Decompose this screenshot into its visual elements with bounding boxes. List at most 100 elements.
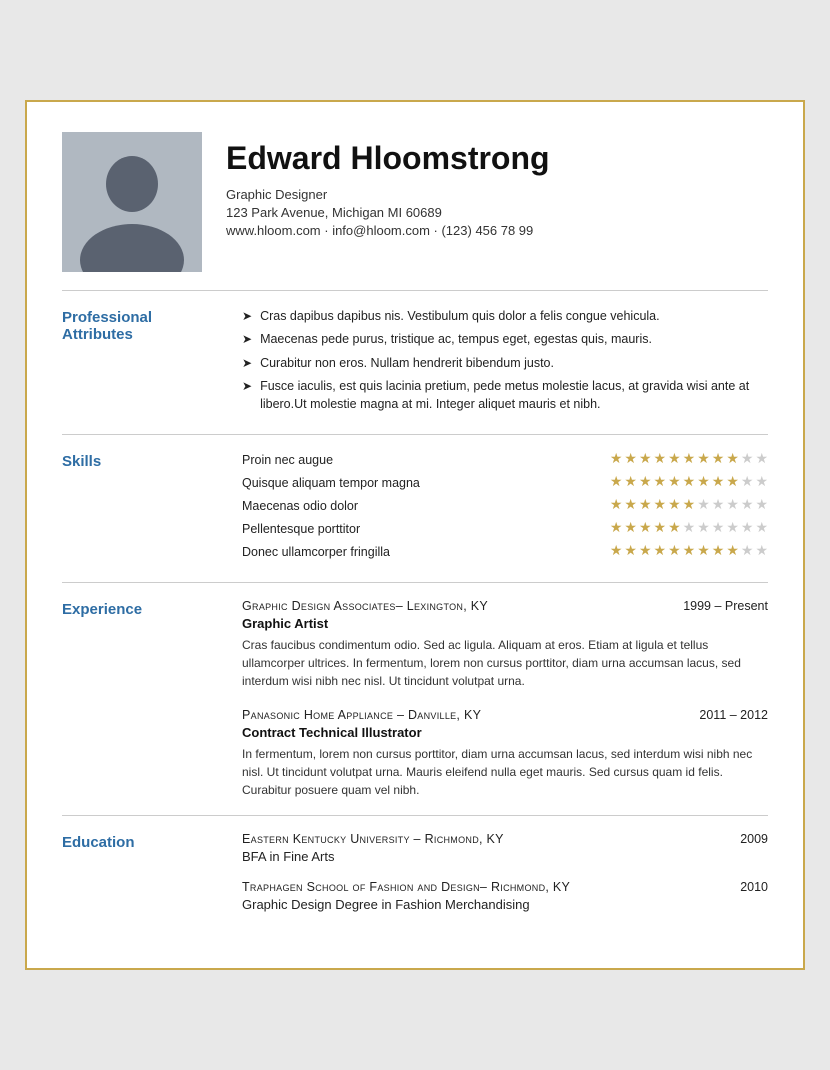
empty-star: ★ — [755, 497, 768, 514]
experience-entry: Graphic Design Associates– Lexington, KY… — [242, 599, 768, 690]
filled-star: ★ — [668, 543, 681, 560]
empty-star: ★ — [712, 497, 725, 514]
resume-page: Edward Hloomstrong Graphic Designer 123 … — [25, 100, 805, 970]
filled-star: ★ — [668, 474, 681, 491]
exp-company: Graphic Design Associates– Lexington, KY — [242, 599, 488, 613]
filled-star: ★ — [624, 497, 637, 514]
education-entry: Traphagen School of Fashion and Design– … — [242, 880, 768, 912]
avatar-silhouette — [62, 132, 202, 272]
filled-star: ★ — [610, 497, 623, 514]
filled-star: ★ — [712, 543, 725, 560]
professional-attributes-section: Professional Attributes ➤ Cras dapibus d… — [62, 291, 768, 435]
skill-row: Proin nec augue ★★★★★★★★★★★ — [242, 451, 768, 468]
skills-content: Proin nec augue★★★★★★★★★★★Quisque aliqua… — [242, 451, 768, 566]
list-item: ➤ Fusce iaculis, est quis lacinia pretiu… — [242, 377, 768, 413]
empty-star: ★ — [683, 520, 696, 537]
arrow-icon: ➤ — [242, 308, 252, 325]
attr-text: Curabitur non eros. Nullam hendrerit bib… — [260, 354, 554, 372]
header-section: Edward Hloomstrong Graphic Designer 123 … — [62, 132, 768, 291]
empty-star: ★ — [726, 520, 739, 537]
empty-star: ★ — [712, 520, 725, 537]
attributes-list: ➤ Cras dapibus dapibus nis. Vestibulum q… — [242, 307, 768, 413]
empty-star: ★ — [697, 520, 710, 537]
filled-star: ★ — [610, 451, 623, 468]
filled-star: ★ — [697, 474, 710, 491]
skill-stars: ★★★★★★★★★★★ — [610, 520, 768, 537]
filled-star: ★ — [697, 451, 710, 468]
education-entry: Eastern Kentucky University – Richmond, … — [242, 832, 768, 864]
filled-star: ★ — [683, 497, 696, 514]
filled-star: ★ — [610, 543, 623, 560]
exp-years: 1999 – Present — [683, 599, 768, 613]
filled-star: ★ — [726, 451, 739, 468]
header-info: Edward Hloomstrong Graphic Designer 123 … — [226, 132, 768, 238]
edu-degree: BFA in Fine Arts — [242, 849, 768, 864]
exp-company: Panasonic Home Appliance – Danville, KY — [242, 708, 481, 722]
filled-star: ★ — [683, 543, 696, 560]
edu-header: Traphagen School of Fashion and Design– … — [242, 880, 768, 894]
empty-star: ★ — [741, 497, 754, 514]
filled-star: ★ — [683, 474, 696, 491]
filled-star: ★ — [654, 497, 667, 514]
avatar — [62, 132, 202, 272]
list-item: ➤ Maecenas pede purus, tristique ac, tem… — [242, 330, 768, 348]
filled-star: ★ — [712, 474, 725, 491]
empty-star: ★ — [741, 451, 754, 468]
exp-header: Panasonic Home Appliance – Danville, KY … — [242, 708, 768, 722]
education-section: Education Eastern Kentucky University – … — [62, 816, 768, 928]
skill-name: Pellentesque porttitor — [242, 522, 360, 536]
edu-header: Eastern Kentucky University – Richmond, … — [242, 832, 768, 846]
filled-star: ★ — [654, 543, 667, 560]
empty-star: ★ — [726, 497, 739, 514]
filled-star: ★ — [654, 474, 667, 491]
filled-star: ★ — [654, 451, 667, 468]
list-item: ➤ Curabitur non eros. Nullam hendrerit b… — [242, 354, 768, 372]
filled-star: ★ — [610, 520, 623, 537]
empty-star: ★ — [755, 451, 768, 468]
filled-star: ★ — [726, 543, 739, 560]
candidate-address: 123 Park Avenue, Michigan MI 60689 — [226, 205, 768, 220]
attr-text: Fusce iaculis, est quis lacinia pretium,… — [260, 377, 768, 413]
exp-role: Graphic Artist — [242, 616, 768, 631]
filled-star: ★ — [624, 474, 637, 491]
filled-star: ★ — [668, 497, 681, 514]
empty-star: ★ — [741, 543, 754, 560]
filled-star: ★ — [668, 451, 681, 468]
professional-attributes-content: ➤ Cras dapibus dapibus nis. Vestibulum q… — [242, 307, 768, 418]
skill-name: Proin nec augue — [242, 453, 333, 467]
filled-star: ★ — [639, 497, 652, 514]
professional-attributes-label: Professional Attributes — [62, 307, 222, 418]
skills-label: Skills — [62, 451, 222, 566]
exp-header: Graphic Design Associates– Lexington, KY… — [242, 599, 768, 613]
skill-row: Quisque aliquam tempor magna★★★★★★★★★★★ — [242, 474, 768, 491]
skill-stars: ★★★★★★★★★★★ — [610, 543, 768, 560]
education-label: Education — [62, 832, 222, 912]
experience-content: Graphic Design Associates– Lexington, KY… — [242, 599, 768, 799]
filled-star: ★ — [712, 451, 725, 468]
attr-text: Maecenas pede purus, tristique ac, tempu… — [260, 330, 652, 348]
arrow-icon: ➤ — [242, 378, 252, 413]
empty-star: ★ — [755, 543, 768, 560]
filled-star: ★ — [624, 543, 637, 560]
exp-description: Cras faucibus condimentum odio. Sed ac l… — [242, 636, 768, 690]
education-content: Eastern Kentucky University – Richmond, … — [242, 832, 768, 912]
edu-school: Traphagen School of Fashion and Design– … — [242, 880, 570, 894]
attr-text: Cras dapibus dapibus nis. Vestibulum qui… — [260, 307, 660, 325]
empty-star: ★ — [697, 497, 710, 514]
empty-star: ★ — [755, 520, 768, 537]
filled-star: ★ — [624, 520, 637, 537]
empty-star: ★ — [741, 474, 754, 491]
skill-row: Pellentesque porttitor ★★★★★★★★★★★ — [242, 520, 768, 537]
edu-year: 2010 — [740, 880, 768, 894]
experience-label: Experience — [62, 599, 222, 799]
candidate-name: Edward Hloomstrong — [226, 140, 768, 177]
skill-row: Donec ullamcorper fringilla★★★★★★★★★★★ — [242, 543, 768, 560]
exp-role: Contract Technical Illustrator — [242, 725, 768, 740]
filled-star: ★ — [639, 474, 652, 491]
list-item: ➤ Cras dapibus dapibus nis. Vestibulum q… — [242, 307, 768, 325]
filled-star: ★ — [654, 520, 667, 537]
experience-entry: Panasonic Home Appliance – Danville, KY … — [242, 708, 768, 799]
skill-stars: ★★★★★★★★★★★ — [610, 451, 768, 468]
arrow-icon: ➤ — [242, 355, 252, 372]
filled-star: ★ — [726, 474, 739, 491]
